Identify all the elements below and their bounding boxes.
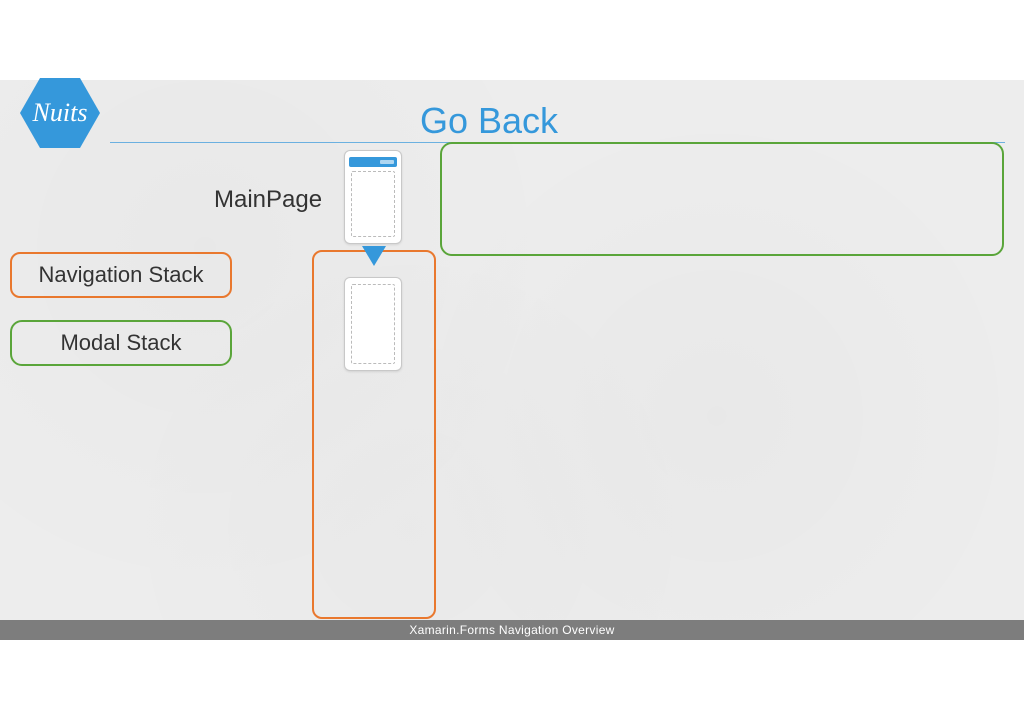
main-page-label: MainPage — [214, 186, 322, 214]
footer-bar: Xamarin.Forms Navigation Overview — [0, 620, 1024, 640]
phone-mainpage-icon — [344, 150, 402, 244]
footer-text: Xamarin.Forms Navigation Overview — [409, 623, 614, 637]
logo-text: Nuits — [33, 98, 88, 128]
phone-screen-icon — [351, 284, 395, 364]
arrow-down-icon — [362, 246, 386, 266]
modal-stack-legend: Modal Stack — [10, 320, 232, 366]
navigation-stack-legend-text: Navigation Stack — [38, 262, 203, 288]
phone-navbar-icon — [349, 157, 397, 167]
navigation-stack-legend: Navigation Stack — [10, 252, 232, 298]
phone-screen-icon — [351, 171, 395, 237]
logo-hexagon: Nuits — [20, 78, 100, 148]
slide-title: Go Back — [420, 100, 558, 142]
phone-pushed-page-icon — [344, 277, 402, 371]
modal-stack-legend-text: Modal Stack — [60, 330, 181, 356]
slide-canvas: Nuits Go Back MainPage Navigation Stack … — [0, 80, 1024, 640]
modal-stack-area — [440, 142, 1004, 256]
